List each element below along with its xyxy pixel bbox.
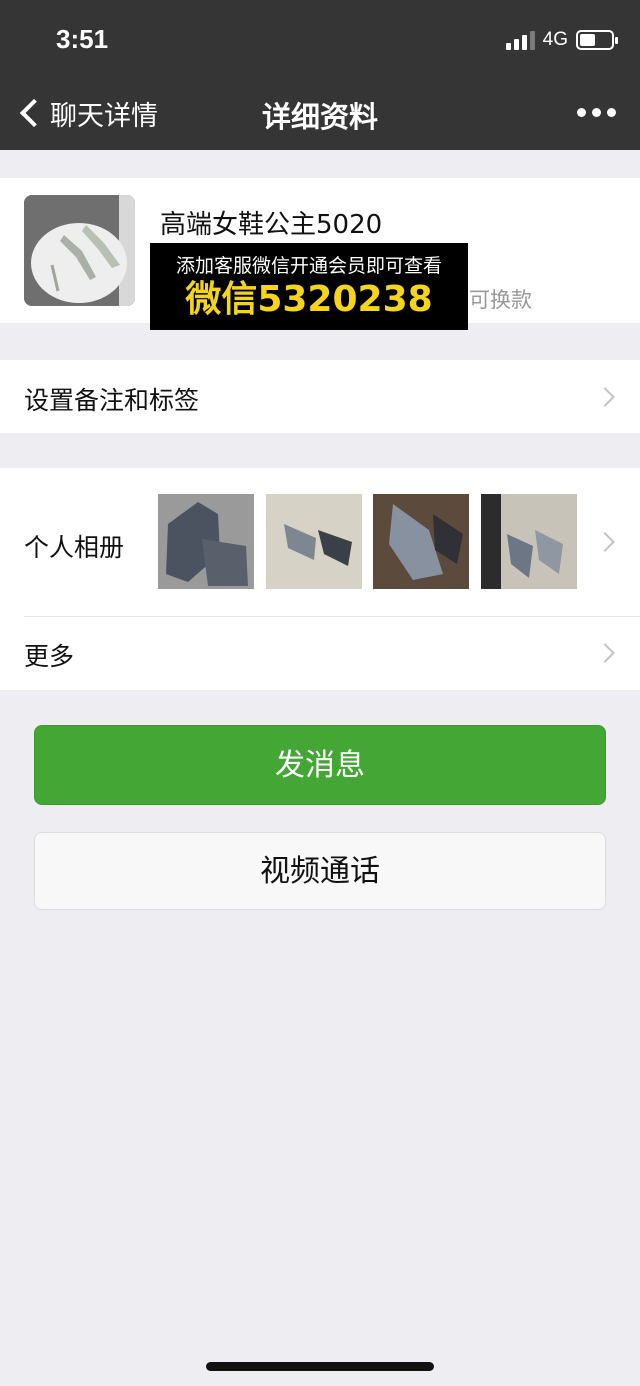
album-row[interactable]: 个人相册	[0, 468, 640, 616]
chevron-right-icon	[595, 387, 615, 407]
status-indicators: 4G	[505, 26, 618, 54]
remark-label: 设置备注和标签	[24, 386, 200, 415]
album-photo[interactable]	[373, 494, 469, 589]
promo-line-1: 添加客服微信开通会员即可查看	[175, 255, 442, 277]
send-message-button[interactable]: 发消息	[34, 725, 606, 805]
profile-name: 高端女鞋公主5020	[160, 210, 383, 240]
album-label: 个人相册	[24, 533, 125, 562]
album-photo[interactable]	[158, 494, 254, 589]
promo-overlay: 添加客服微信开通会员即可查看 微信5320238	[150, 243, 468, 330]
home-indicator[interactable]	[206, 1362, 434, 1371]
chevron-right-icon	[595, 532, 615, 552]
remark-row[interactable]: 设置备注和标签	[0, 360, 640, 433]
avatar[interactable]	[24, 195, 135, 306]
more-row[interactable]: 更多	[0, 617, 640, 690]
page-title: 详细资料	[261, 100, 378, 134]
status-time: 3:51	[56, 24, 109, 54]
video-call-button[interactable]: 视频通话	[34, 832, 606, 910]
top-bar: 3:51 4G 聊天详情 详细资料	[0, 0, 640, 150]
album-photo[interactable]	[481, 494, 577, 589]
signal-icon	[505, 30, 535, 50]
chevron-right-icon	[595, 643, 615, 663]
album-group: 个人相册 更多	[0, 468, 640, 690]
album-photo[interactable]	[266, 494, 362, 589]
battery-icon	[576, 30, 618, 50]
promo-line-2: 微信5320238	[185, 279, 433, 320]
network-label: 4G	[542, 29, 568, 50]
more-dots-icon[interactable]	[577, 108, 616, 117]
more-label: 更多	[24, 642, 75, 671]
